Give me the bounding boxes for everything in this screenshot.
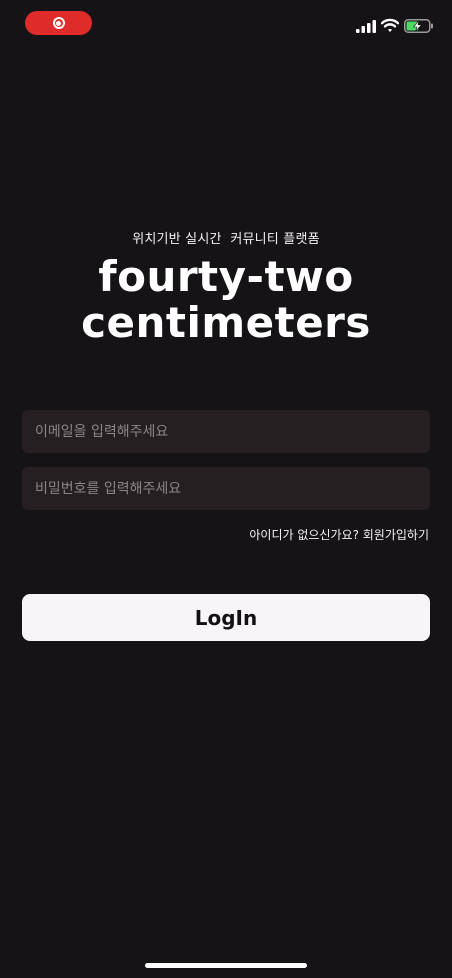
password-field[interactable] bbox=[22, 467, 430, 510]
email-field[interactable] bbox=[22, 410, 430, 453]
battery-charging-icon bbox=[404, 19, 433, 33]
logo-line-1: fourty-two bbox=[98, 252, 354, 301]
signup-link[interactable]: 아이디가 없으신가요? 회원가입하기 bbox=[249, 526, 429, 543]
wifi-icon bbox=[381, 18, 399, 32]
home-indicator[interactable] bbox=[145, 963, 307, 968]
logo-line-2: centimeters bbox=[81, 298, 371, 347]
screen-recording-indicator[interactable] bbox=[25, 11, 92, 35]
cellular-signal-icon bbox=[356, 20, 376, 33]
email-input[interactable] bbox=[33, 422, 419, 441]
app-tagline: 위치기반 실시간 커뮤니티 플랫폼 bbox=[132, 232, 320, 247]
status-bar bbox=[0, 0, 452, 46]
record-icon bbox=[52, 17, 65, 29]
password-input[interactable] bbox=[33, 479, 419, 498]
login-button[interactable]: LogIn bbox=[22, 594, 430, 641]
app-logo: fourty-two centimeters bbox=[0, 254, 452, 346]
